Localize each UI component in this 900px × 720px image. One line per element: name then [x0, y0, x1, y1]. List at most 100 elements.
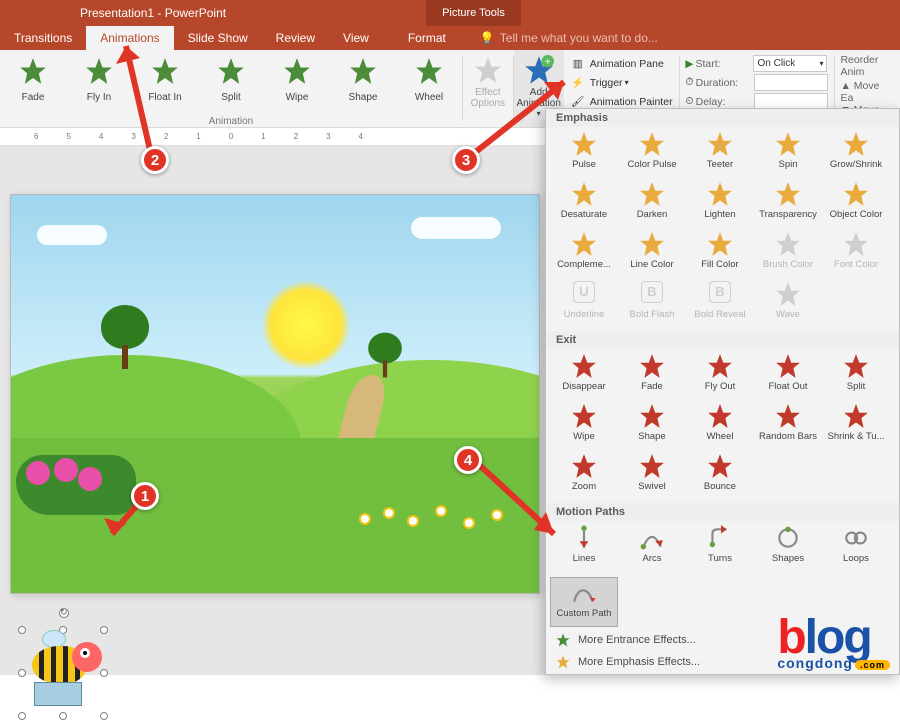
- anim-pulse[interactable]: Pulse: [550, 129, 618, 179]
- star-icon: [639, 181, 665, 207]
- step-badge-4: 4: [454, 446, 482, 474]
- anim-label: Arcs: [618, 553, 686, 564]
- anim-split[interactable]: Split: [198, 54, 264, 103]
- tab-format[interactable]: Format: [394, 26, 460, 50]
- anim-label: Wheel: [396, 92, 462, 103]
- anim-desaturate[interactable]: Desaturate: [550, 179, 618, 229]
- tab-slideshow[interactable]: Slide Show: [174, 26, 262, 50]
- play-icon: ▶: [685, 58, 693, 70]
- anim-label: Wipe: [550, 431, 618, 442]
- anim-label: Bounce: [686, 481, 754, 492]
- ribbon-tabs: Transitions Animations Slide Show Review…: [0, 26, 900, 50]
- anim-wheel[interactable]: Wheel: [396, 54, 462, 103]
- anim-float-out[interactable]: Float Out: [754, 351, 822, 401]
- anim-darken[interactable]: Darken: [618, 179, 686, 229]
- tab-view[interactable]: View: [329, 26, 383, 50]
- anim-brush-color: Brush Color: [754, 229, 822, 279]
- tab-animations[interactable]: Animations: [86, 26, 173, 50]
- anim-label: Spin: [754, 159, 822, 170]
- anim-color-pulse[interactable]: Color Pulse: [618, 129, 686, 179]
- anim-object-color[interactable]: Object Color: [822, 179, 890, 229]
- tree-shape: [101, 305, 149, 369]
- trigger-icon: ⚡: [570, 75, 586, 91]
- context-tab-picture-tools: Picture Tools: [426, 0, 521, 26]
- anim-swivel[interactable]: Swivel: [618, 451, 686, 501]
- window-title: Presentation1 - PowerPoint: [80, 6, 226, 20]
- start-field[interactable]: On Click▾: [753, 55, 827, 72]
- anim-label: Desaturate: [550, 209, 618, 220]
- anim-grow-shrink[interactable]: Grow/Shrink: [822, 129, 890, 179]
- resize-handle[interactable]: [18, 712, 26, 720]
- move-earlier-button[interactable]: ▲ Move Ea: [840, 80, 894, 104]
- animation-pane-button[interactable]: ▥ Animation Pane: [570, 54, 673, 73]
- star-icon: B: [639, 281, 665, 307]
- anim-wipe[interactable]: Wipe: [550, 401, 618, 451]
- resize-handle[interactable]: [100, 712, 108, 720]
- anim-fade[interactable]: Fade: [618, 351, 686, 401]
- anim-fade[interactable]: Fade: [0, 54, 66, 103]
- resize-handle[interactable]: [18, 669, 26, 677]
- add-animation-dropdown: Emphasis PulseColor PulseTeeterSpinGrow/…: [545, 108, 900, 675]
- rotate-handle[interactable]: [59, 608, 69, 618]
- anim-label: Split: [198, 92, 264, 103]
- anim-loops[interactable]: Loops: [822, 523, 890, 573]
- selected-picture-bee[interactable]: [22, 630, 104, 716]
- anim-label: Disappear: [550, 381, 618, 392]
- tell-me-search[interactable]: 💡 Tell me what you want to do...: [480, 26, 658, 50]
- anim-flyin[interactable]: Fly In: [66, 54, 132, 103]
- anim-compleme-[interactable]: Compleme...: [550, 229, 618, 279]
- anim-spin[interactable]: Spin: [754, 129, 822, 179]
- anim-lines[interactable]: Lines: [550, 523, 618, 573]
- svg-text:+: +: [545, 57, 551, 68]
- anim-zoom[interactable]: Zoom: [550, 451, 618, 501]
- emphasis-header: Emphasis: [546, 109, 899, 127]
- anim-label: Pulse: [550, 159, 618, 170]
- anim-arcs[interactable]: Arcs: [618, 523, 686, 573]
- anim-wheel[interactable]: Wheel: [686, 401, 754, 451]
- anim-teeter[interactable]: Teeter: [686, 129, 754, 179]
- anim-label: Color Pulse: [618, 159, 686, 170]
- tab-review[interactable]: Review: [262, 26, 329, 50]
- effect-options-icon: [473, 55, 503, 85]
- start-value: On Click: [757, 58, 795, 69]
- cloud-shape: [411, 217, 501, 239]
- anim-split[interactable]: Split: [822, 351, 890, 401]
- anim-label: Underline: [550, 309, 618, 320]
- resize-handle[interactable]: [100, 626, 108, 634]
- anim-shapes[interactable]: Shapes: [754, 523, 822, 573]
- anim-shape[interactable]: Shape: [330, 54, 396, 103]
- anim-custom-path[interactable]: Custom Path: [550, 577, 618, 627]
- tree-shape: [368, 333, 402, 378]
- anim-disappear[interactable]: Disappear: [550, 351, 618, 401]
- anim-label: Object Color: [822, 209, 890, 220]
- anim-shape[interactable]: Shape: [618, 401, 686, 451]
- trigger-button[interactable]: ⚡ Trigger▾: [570, 73, 673, 92]
- anim-label: Teeter: [686, 159, 754, 170]
- anim-turns[interactable]: Turns: [686, 523, 754, 573]
- anim-line-color[interactable]: Line Color: [618, 229, 686, 279]
- tab-transitions[interactable]: Transitions: [0, 26, 86, 50]
- custom-path-icon: [571, 580, 597, 606]
- start-label: Start:: [695, 58, 753, 70]
- anim-fill-color[interactable]: Fill Color: [686, 229, 754, 279]
- slide-canvas[interactable]: [10, 194, 540, 594]
- anim-wipe[interactable]: Wipe: [264, 54, 330, 103]
- effect-options-label: Effect Options: [463, 87, 513, 109]
- anim-transparency[interactable]: Transparency: [754, 179, 822, 229]
- anim-label: Lighten: [686, 209, 754, 220]
- duration-field[interactable]: [754, 74, 828, 91]
- anim-label: Fly Out: [686, 381, 754, 392]
- star-icon: [639, 131, 665, 157]
- resize-handle[interactable]: [18, 626, 26, 634]
- resize-handle[interactable]: [59, 712, 67, 720]
- anim-fly-out[interactable]: Fly Out: [686, 351, 754, 401]
- anim-lighten[interactable]: Lighten: [686, 179, 754, 229]
- anim-bounce[interactable]: Bounce: [686, 451, 754, 501]
- anim-floatin[interactable]: Float In: [132, 54, 198, 103]
- delay-icon: ⏲: [685, 95, 693, 108]
- resize-handle[interactable]: [100, 669, 108, 677]
- anim-random-bars[interactable]: Random Bars: [754, 401, 822, 451]
- star-icon: [639, 353, 665, 379]
- anim-label: Compleme...: [550, 259, 618, 270]
- anim-shrink-tu-[interactable]: Shrink & Tu...: [822, 401, 890, 451]
